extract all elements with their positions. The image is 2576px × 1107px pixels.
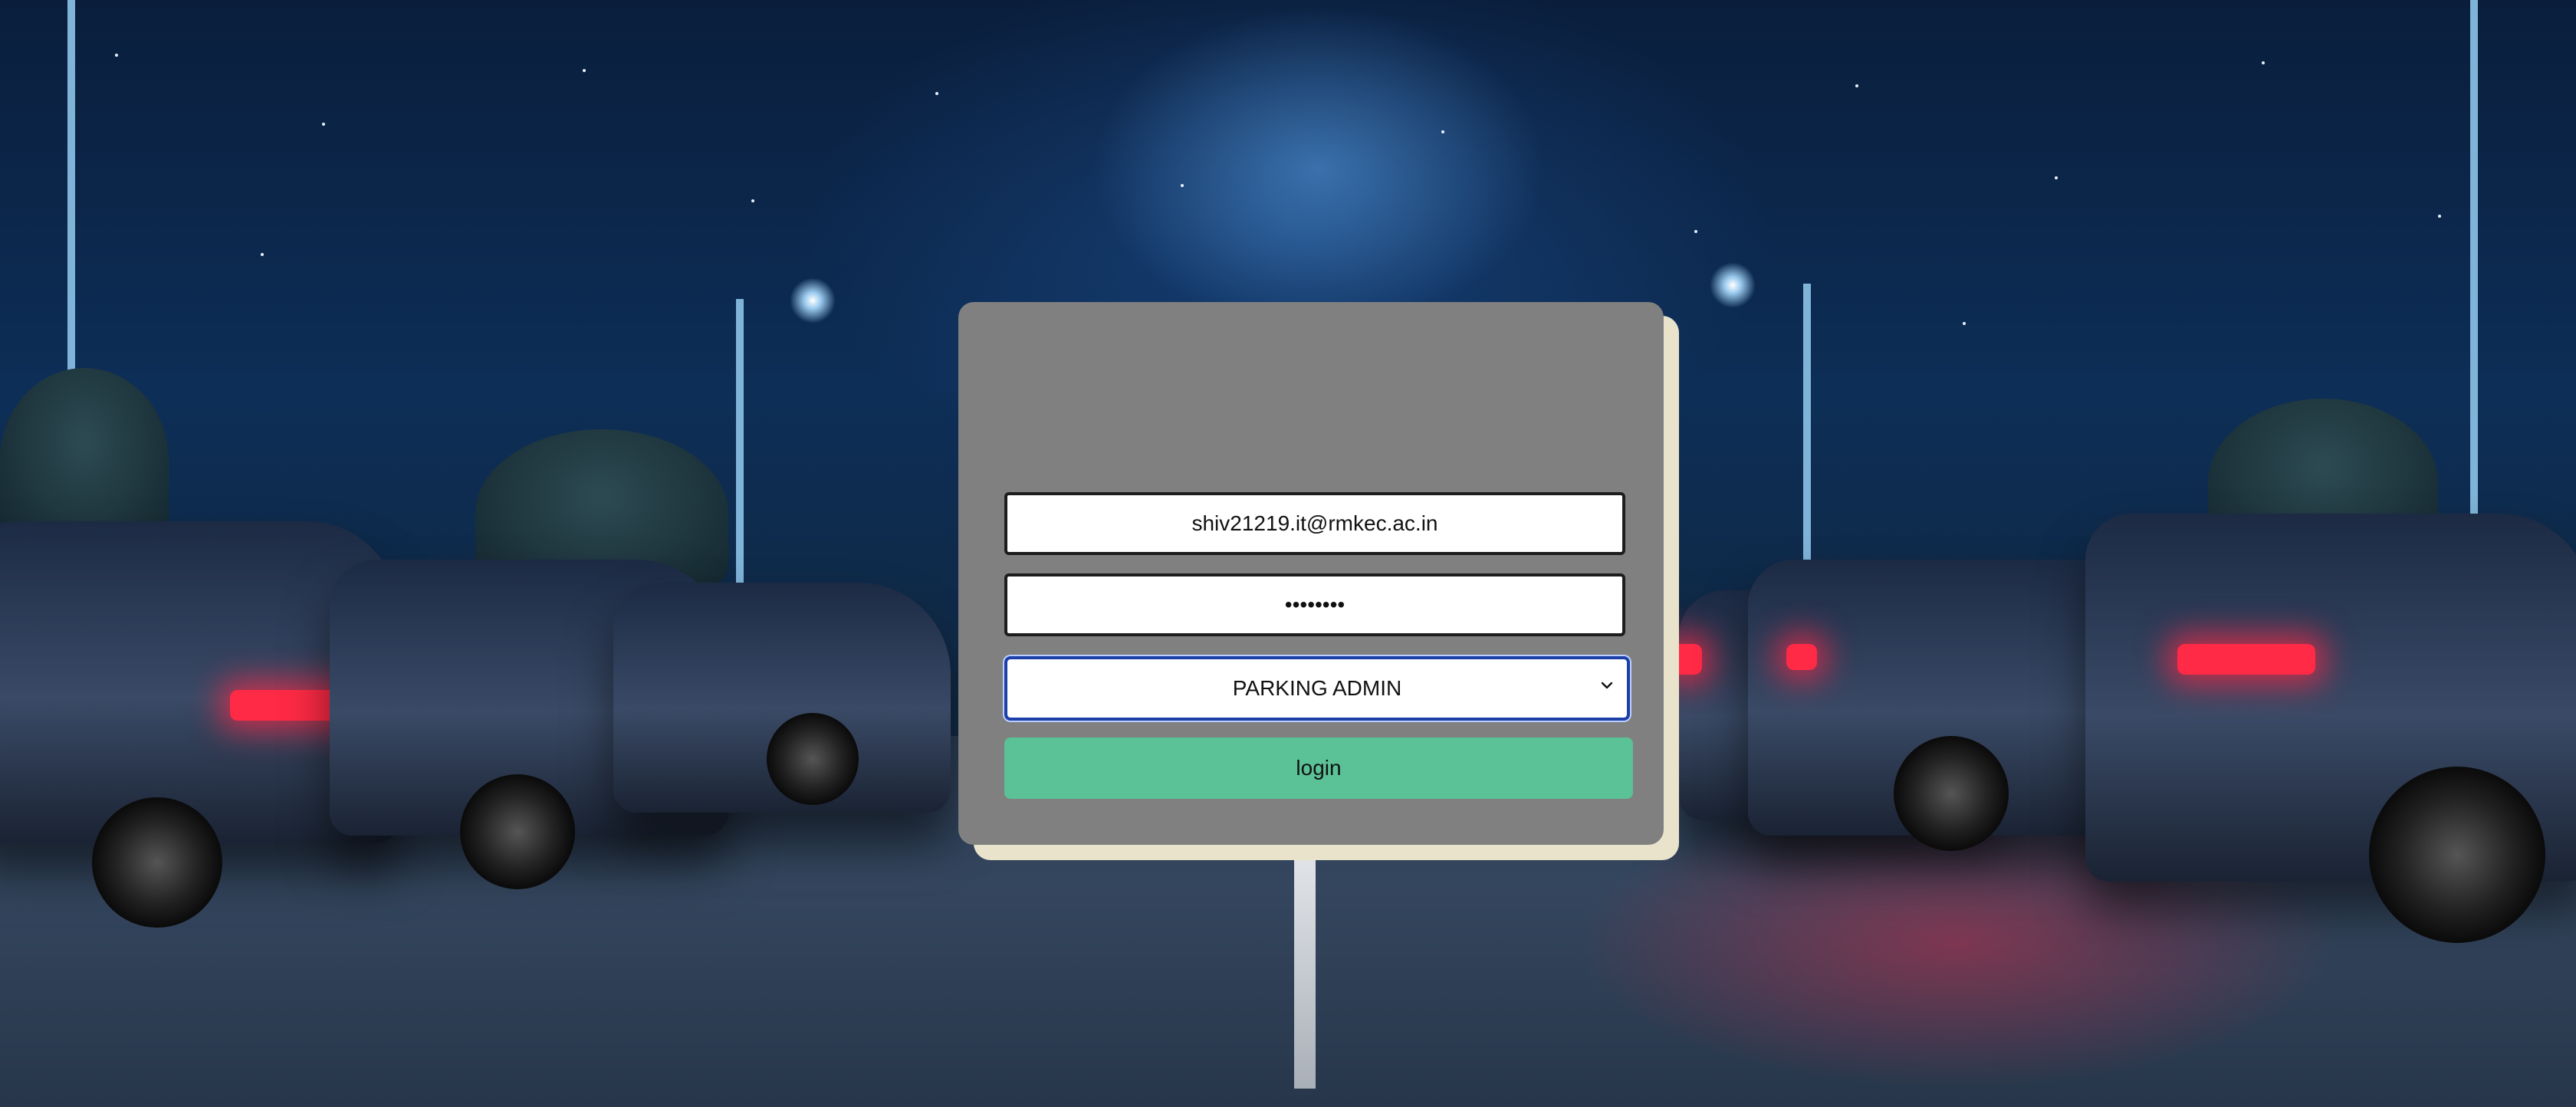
star <box>322 123 325 126</box>
role-select[interactable]: PARKING ADMIN <box>1004 656 1630 721</box>
car-wheel <box>92 797 222 928</box>
login-card: PARKING ADMIN login <box>958 302 1664 845</box>
car-wheel <box>767 713 859 805</box>
street-light-pole <box>736 299 744 606</box>
chevron-down-icon <box>1601 682 1613 689</box>
login-button[interactable]: login <box>1004 737 1633 799</box>
street-light-pole <box>1803 284 1811 575</box>
car-wheel <box>460 774 575 889</box>
role-select-value: PARKING ADMIN <box>1232 676 1402 700</box>
star <box>2438 215 2441 218</box>
star <box>935 92 938 95</box>
car-wheel <box>2369 767 2545 943</box>
car-wheel <box>1894 736 2009 851</box>
lane-marking <box>1294 859 1316 1089</box>
star <box>2262 61 2265 64</box>
star <box>583 69 586 72</box>
star <box>1181 184 1184 187</box>
car-taillight <box>1786 644 1817 670</box>
star <box>2055 176 2058 179</box>
street-light-pole <box>2470 0 2478 521</box>
street-light-glow <box>1710 262 1756 308</box>
star <box>1963 322 1966 325</box>
star <box>1694 230 1697 233</box>
email-input[interactable] <box>1004 492 1625 555</box>
star <box>261 253 264 256</box>
star <box>1441 130 1444 133</box>
star <box>751 199 754 202</box>
car-taillight <box>2177 644 2315 675</box>
star <box>1855 84 1858 87</box>
star <box>115 54 118 57</box>
password-input[interactable] <box>1004 573 1625 636</box>
street-light-glow <box>790 278 836 324</box>
